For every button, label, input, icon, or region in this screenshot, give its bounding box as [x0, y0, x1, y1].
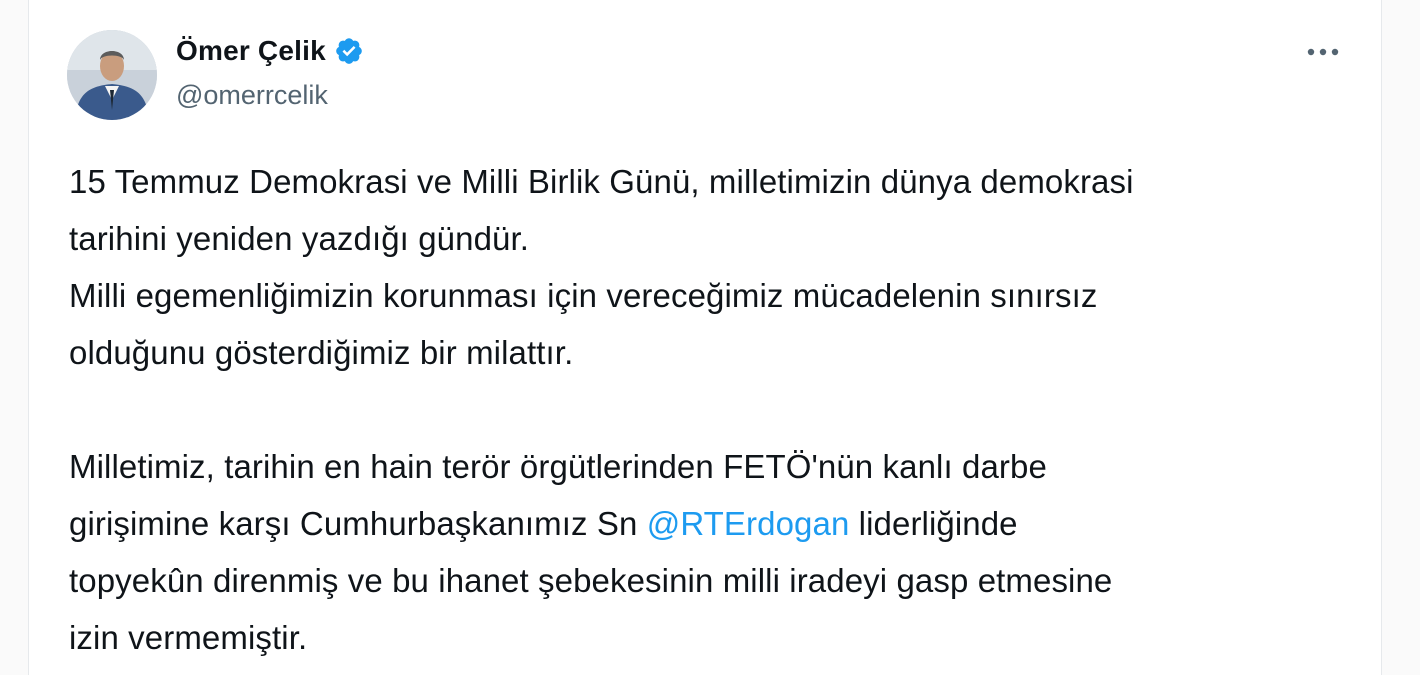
tweet-line: Milli egemenliğimizin korunması için ver… [69, 277, 1098, 314]
author-handle[interactable]: @omerrcelik [176, 80, 328, 111]
page: Ömer Çelik @omerrcelik 15 Temmuz Demokra… [0, 0, 1420, 675]
profile-photo [67, 30, 157, 120]
tweet-line: tarihini yeniden yazdığı gündür. [69, 220, 530, 257]
tweet-text: 15 Temmuz Demokrasi ve Milli Birlik Günü… [69, 153, 1359, 666]
tweet-line: 15 Temmuz Demokrasi ve Milli Birlik Günü… [69, 163, 1134, 200]
tweet-card: Ömer Çelik @omerrcelik 15 Temmuz Demokra… [28, 0, 1382, 675]
tweet-line: Milletimiz, tarihin en hain terör örgütl… [69, 448, 1047, 485]
tweet-line: topyekûn direnmiş ve bu ihanet şebekesin… [69, 562, 1113, 599]
author-name-row[interactable]: Ömer Çelik [176, 30, 364, 72]
tweet-line-with-mention: girişimine karşı Cumhurbaşkanımız Sn @RT… [69, 495, 1359, 552]
tweet-text-segment: girişimine karşı Cumhurbaşkanımız Sn [69, 505, 647, 542]
tweet-line: olduğunu gösterdiğimiz bir milattır. [69, 334, 574, 371]
tweet-line: izin vermemiştir. [69, 619, 308, 656]
verified-badge-icon [336, 38, 362, 64]
avatar[interactable] [67, 30, 157, 120]
tweet-text-segment: liderliğinde [849, 505, 1018, 542]
more-horizontal-icon [1307, 48, 1339, 56]
mention-link[interactable]: @RTErdogan [647, 505, 850, 542]
display-name[interactable]: Ömer Çelik [176, 35, 326, 67]
more-options-button[interactable] [1299, 34, 1347, 70]
